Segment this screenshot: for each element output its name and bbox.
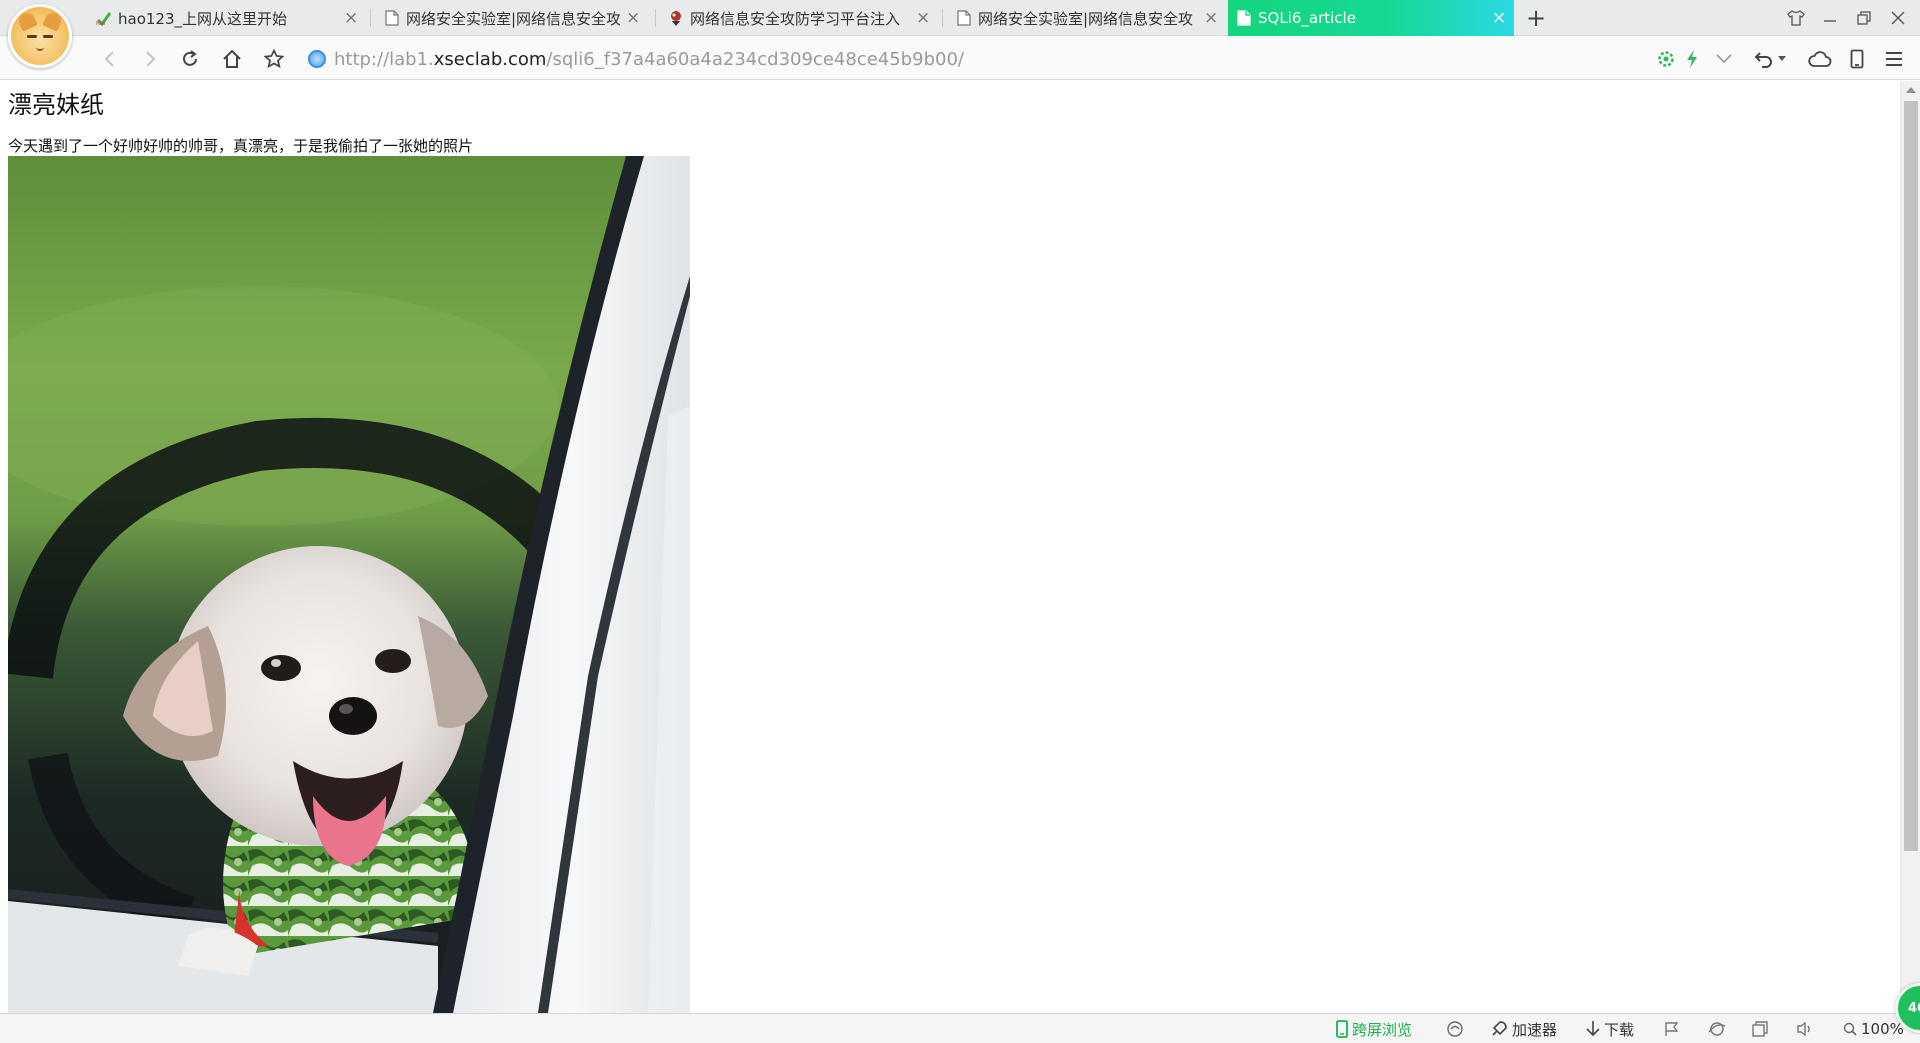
tab-xseclab-2[interactable]: 网络安全实验室|网络信息安全攻 × (948, 0, 1226, 36)
tab-title: SQLi6_article (1258, 9, 1356, 27)
tab-strip: hao hao123_上网从这里开始 × 网络安全实验室|网络信息安全攻 × 网… (0, 0, 1920, 68)
navigation-bar: http://lab1. xseclab.com/sqli6_f37a4a60a4… (0, 37, 1920, 80)
cross-screen-label: 跨屏浏览 (1352, 1020, 1413, 1039)
page-viewport: 漂亮妹纸 今天遇到了一个好帅好帅的帅哥，真漂亮，于是我偷拍了一张她的照片 (0, 81, 1900, 1013)
badge-count: 46 (1908, 1000, 1920, 1016)
close-icon[interactable]: × (626, 10, 640, 27)
cross-screen-browse-button[interactable]: 跨屏浏览 (1336, 1014, 1412, 1043)
magnifier-icon (1843, 1022, 1857, 1036)
close-icon[interactable]: × (916, 10, 930, 27)
page-icon (1236, 10, 1252, 26)
new-tab-button[interactable]: + (1522, 4, 1550, 32)
download-button[interactable]: 下载 (1586, 1014, 1634, 1043)
page-title: 漂亮妹纸 (8, 91, 104, 119)
home-icon[interactable] (216, 43, 248, 75)
tab-title: 网络安全实验室|网络信息安全攻 (978, 9, 1194, 28)
ie-compat-icon[interactable] (1708, 1014, 1726, 1043)
page-description: 今天遇到了一个好帅好帅的帅哥，真漂亮，于是我偷拍了一张她的照片 (8, 137, 474, 155)
flag-icon[interactable] (1664, 1014, 1680, 1043)
menu-icon[interactable] (1879, 43, 1909, 75)
tab-title: 网络信息安全攻防学习平台注入 (690, 9, 901, 28)
vertical-scrollbar[interactable] (1900, 81, 1920, 1013)
svg-text:hao: hao (96, 21, 105, 26)
scroll-thumb[interactable] (1904, 101, 1918, 851)
page-icon (384, 10, 400, 26)
avatar-eye-right (43, 35, 53, 38)
address-bar[interactable]: http://lab1. xseclab.com/sqli6_f37a4a60a4… (308, 43, 1608, 75)
site-logo-icon (668, 10, 684, 26)
zoom-level: 100% (1861, 1020, 1904, 1038)
mobile-device-icon[interactable] (1842, 43, 1872, 75)
scroll-up-arrow-icon[interactable] (1906, 87, 1916, 93)
download-label: 下载 (1604, 1020, 1635, 1039)
shirt-skin-icon[interactable] (1779, 0, 1813, 36)
download-arrow-icon (1586, 1021, 1600, 1037)
undo-dropdown-icon[interactable] (1774, 43, 1790, 75)
speaker-icon[interactable] (1796, 1014, 1814, 1043)
avatar-eye-left (27, 35, 37, 38)
tab-divider (942, 9, 943, 27)
reload-icon[interactable] (174, 43, 206, 75)
bookmark-star-icon[interactable] (258, 43, 290, 75)
tab-divider (370, 9, 371, 27)
tab-xseclab-1[interactable]: 网络安全实验室|网络信息安全攻 × (376, 0, 648, 36)
tab-title: hao123_上网从这里开始 (118, 9, 288, 28)
tab-title: 网络安全实验室|网络信息安全攻 (406, 9, 620, 28)
chevron-down-icon[interactable] (1709, 43, 1739, 75)
restore-icon[interactable] (1847, 0, 1881, 36)
tab-sqli6-article[interactable]: SQLi6_article × (1228, 0, 1514, 36)
back-icon[interactable] (94, 43, 126, 75)
dog-in-car-photo (8, 156, 690, 1013)
close-icon[interactable]: × (1204, 10, 1218, 27)
zoom-control[interactable]: 100% (1843, 1014, 1904, 1043)
user-avatar[interactable] (8, 4, 72, 68)
status-bar: 跨屏浏览 加速器 下载 100% (0, 1013, 1920, 1043)
tab-divider (655, 9, 656, 27)
speed-mode-icon[interactable] (1677, 43, 1707, 75)
forward-icon[interactable] (134, 43, 166, 75)
avatar-ear-right (42, 10, 64, 32)
avatar-ear-left (16, 10, 38, 32)
minimize-icon[interactable] (1813, 0, 1847, 36)
cloud-icon[interactable] (1805, 43, 1835, 75)
accelerator-button[interactable]: 加速器 (1490, 1014, 1557, 1043)
close-window-icon[interactable] (1881, 0, 1915, 36)
rocket-icon (1492, 1021, 1507, 1036)
phone-icon (1336, 1020, 1348, 1038)
close-icon[interactable]: × (1492, 10, 1506, 27)
window-icon[interactable] (1752, 1014, 1768, 1043)
url-host: xseclab.com (433, 48, 547, 70)
globe-icon (308, 50, 326, 68)
tab-sqli-platform[interactable]: 网络信息安全攻防学习平台注入 × (660, 0, 938, 36)
close-icon[interactable]: × (344, 10, 358, 27)
url-path: /sqli6_f37a4a60a4a234cd309ce48ce45b9b00/ (546, 48, 964, 70)
hao123-icon: hao (96, 10, 112, 26)
accelerator-label: 加速器 (1512, 1020, 1558, 1039)
avatar-mouth (36, 47, 44, 51)
url-scheme: http://lab1. (334, 48, 434, 70)
page-icon (956, 10, 972, 26)
tab-hao123[interactable]: hao hao123_上网从这里开始 × (88, 0, 366, 36)
refresh-engine-icon[interactable] (1446, 1014, 1464, 1043)
